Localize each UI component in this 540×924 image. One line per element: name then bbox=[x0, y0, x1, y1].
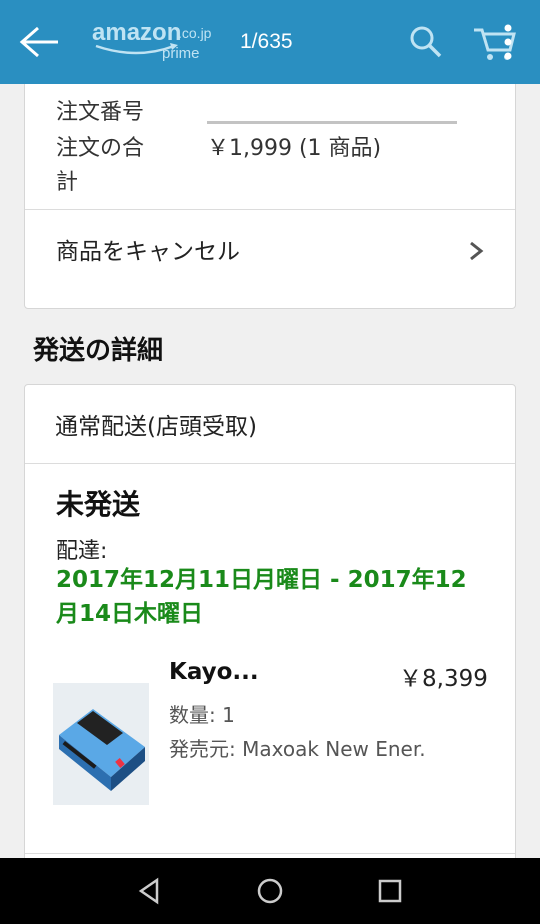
more-vert-icon[interactable] bbox=[502, 23, 514, 61]
amazon-prime-logo: amazon .co.jp prime bbox=[92, 19, 212, 62]
svg-text:.co.jp: .co.jp bbox=[178, 25, 212, 41]
product-seller: 発売元: Maxoak New Ener. bbox=[169, 737, 426, 761]
back-arrow-icon[interactable] bbox=[18, 24, 62, 60]
divider bbox=[25, 463, 515, 464]
shipment-status: 未発送 bbox=[56, 488, 141, 521]
order-date-label: 注文日: bbox=[56, 84, 129, 93]
shipping-section-title: 発送の詳細 bbox=[33, 336, 164, 366]
product-image[interactable] bbox=[53, 683, 149, 805]
order-total-label-line2: 計 bbox=[56, 170, 79, 195]
order-date-value: 2017/12/10 bbox=[207, 84, 334, 93]
system-nav-bar bbox=[0, 858, 540, 924]
page-counter: 1/635 bbox=[240, 30, 293, 53]
order-details-content: 注文日: 2017/12/10 注文番号 注文の合 計 ￥1,999 (1 商品… bbox=[0, 84, 540, 858]
delivery-date-range: 2017年12月11日月曜日 - 2017年12月14日木曜日 bbox=[56, 567, 467, 627]
chevron-right-icon bbox=[470, 241, 484, 261]
divider bbox=[25, 853, 515, 854]
cancel-item-row[interactable]: 商品をキャンセル bbox=[25, 210, 515, 290]
nav-recents-icon[interactable] bbox=[375, 876, 405, 906]
order-total-value: ￥1,999 (1 商品) bbox=[207, 136, 382, 161]
product-quantity: 数量: 1 bbox=[169, 703, 235, 727]
nav-home-icon[interactable] bbox=[255, 876, 285, 906]
nav-back-icon[interactable] bbox=[135, 876, 165, 906]
cancel-item-label: 商品をキャンセル bbox=[56, 239, 240, 265]
order-info-card: 注文日: 2017/12/10 注文番号 注文の合 計 ￥1,999 (1 商品… bbox=[24, 84, 516, 309]
app-bar: amazon .co.jp prime 1/635 bbox=[0, 0, 540, 84]
order-number-partial-glyphs bbox=[207, 121, 457, 124]
product-name[interactable]: Kayo... bbox=[169, 659, 259, 685]
delivery-label: 配達: bbox=[56, 539, 108, 564]
product-price: ￥8,399 bbox=[399, 666, 488, 692]
shipping-card: 通常配送(店頭受取) 未発送 配達: 2017年12月11日月曜日 - 2017… bbox=[24, 384, 516, 858]
order-total-label-line1: 注文の合 bbox=[56, 136, 145, 161]
search-icon[interactable] bbox=[408, 24, 444, 60]
svg-text:amazon: amazon bbox=[92, 19, 181, 46]
svg-text:prime: prime bbox=[162, 45, 200, 62]
order-number-label: 注文番号 bbox=[56, 100, 145, 125]
shipping-method: 通常配送(店頭受取) bbox=[55, 414, 257, 440]
